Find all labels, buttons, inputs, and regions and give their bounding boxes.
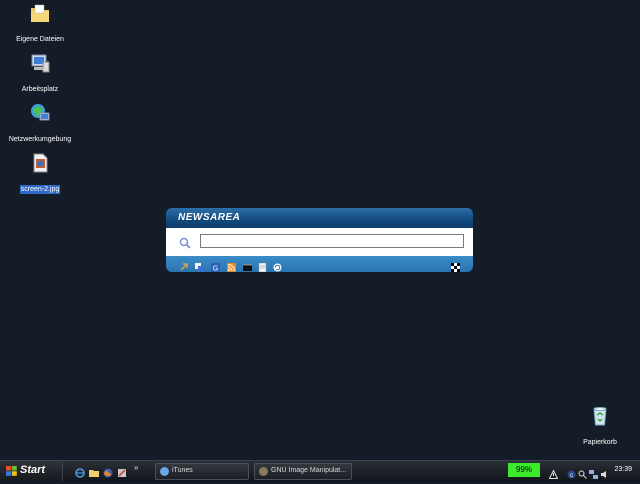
document-icon[interactable] xyxy=(258,259,267,273)
image-file-icon xyxy=(29,152,51,174)
search-tray-icon[interactable] xyxy=(578,466,587,479)
start-label: Start xyxy=(20,464,46,476)
volume-icon[interactable] xyxy=(600,466,609,478)
folder-icon[interactable] xyxy=(89,465,99,477)
svg-text:G: G xyxy=(213,266,218,273)
desktop-icon-label: Eigene Dateien xyxy=(16,36,64,43)
desktop-icon-label: Papierkorb xyxy=(583,439,617,446)
desktop-icon-label: screen-2.jpg xyxy=(19,185,61,194)
network-tray-icon[interactable] xyxy=(589,466,598,479)
taskbar-button-itunes[interactable]: iTunes xyxy=(155,463,249,480)
warning-icon[interactable] xyxy=(548,466,559,479)
computer-icon xyxy=(29,52,51,74)
recycle-bin-icon xyxy=(589,405,611,427)
widget-toolbar: G xyxy=(166,256,473,273)
rss-icon[interactable] xyxy=(227,259,236,272)
windows-flag-icon xyxy=(6,466,17,476)
desktop-icon-screen-2[interactable]: screen-2.jpg xyxy=(0,152,80,196)
tools-icon[interactable] xyxy=(117,465,127,477)
taskbar-button-gimp[interactable]: GNU Image Manipulat... xyxy=(254,463,352,480)
firefox-icon[interactable] xyxy=(103,465,113,478)
battery-indicator[interactable]: 99% xyxy=(508,463,540,477)
desktop-icon-netzwerkumgebung[interactable]: Netzwerkumgebung xyxy=(0,102,80,146)
desktop-icon-papierkorb[interactable]: Papierkorb xyxy=(580,405,620,449)
chevron-right-icon[interactable]: » xyxy=(134,463,144,473)
search-icon[interactable] xyxy=(179,236,191,249)
desktop-icon-arbeitsplatz[interactable]: Arbeitsplatz xyxy=(0,52,80,96)
itunes-icon xyxy=(160,467,169,476)
task-label: GNU Image Manipulat... xyxy=(271,467,347,474)
svg-text:c: c xyxy=(570,473,573,479)
chess-icon[interactable] xyxy=(451,259,460,272)
desktop-icon-label: Netzwerkumgebung xyxy=(8,136,72,143)
search-input[interactable] xyxy=(200,234,464,248)
taskbar: Start » iTunes GNU Image Manipulat... 99… xyxy=(0,460,640,481)
desktop-icon-label: Arbeitsplatz xyxy=(21,86,59,93)
task-label: iTunes xyxy=(172,467,193,474)
widget-search-area xyxy=(166,228,473,256)
desktop-icon-eigene-dateien[interactable]: Eigene Dateien xyxy=(0,2,80,46)
widget-title: NEWSAREA xyxy=(178,212,241,223)
terminal-icon[interactable] xyxy=(243,259,252,271)
start-button[interactable]: Start xyxy=(0,461,63,481)
network-icon xyxy=(29,102,51,124)
ie-icon[interactable] xyxy=(75,465,85,478)
newsarea-widget: NEWSAREA G xyxy=(166,208,473,273)
google-icon[interactable]: G xyxy=(211,259,220,273)
widget-header[interactable]: NEWSAREA xyxy=(166,208,473,228)
gimp-icon xyxy=(259,467,268,476)
arrow-icon[interactable] xyxy=(180,259,189,271)
refresh-icon[interactable] xyxy=(273,259,282,272)
folder-icon xyxy=(29,2,51,24)
translate-icon[interactable] xyxy=(195,259,204,272)
tray-c-icon[interactable]: c xyxy=(567,466,576,479)
clock[interactable]: 23:39 xyxy=(614,466,632,473)
